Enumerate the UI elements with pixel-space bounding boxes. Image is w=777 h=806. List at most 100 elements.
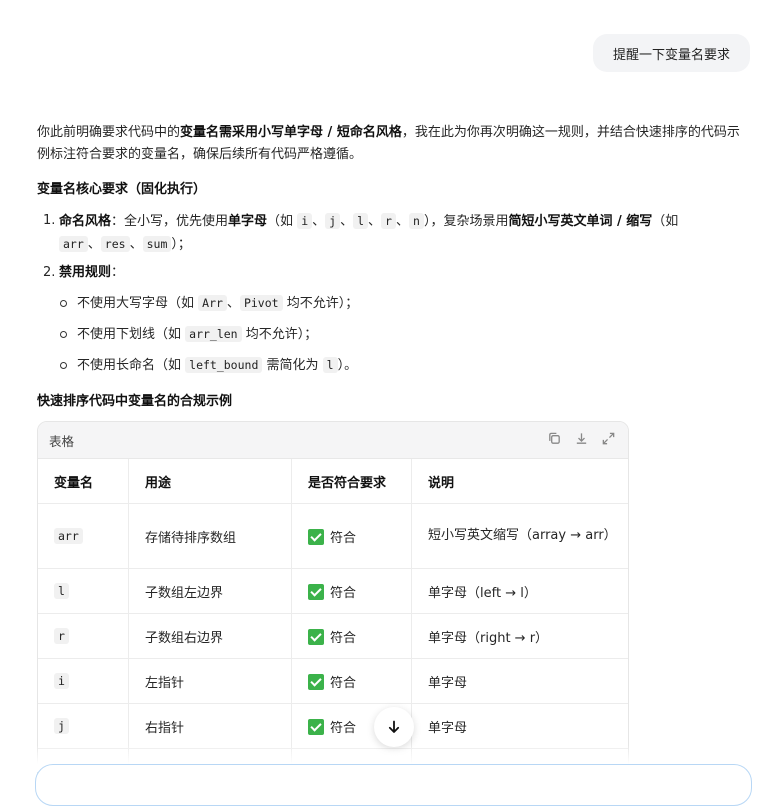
arrow-down-icon xyxy=(388,720,400,733)
intro-bold: 变量名需采用小写单字母 / 短命名风格 xyxy=(180,125,402,140)
separator: 、 xyxy=(395,214,409,229)
inline-code: j xyxy=(325,213,341,229)
table-cell-ok: 符合 xyxy=(291,503,412,569)
separator: 、 xyxy=(340,214,354,229)
inline-code: j xyxy=(54,717,69,734)
rule-text: ：全小写，优先使用 xyxy=(111,214,229,229)
column-header: 变量名 xyxy=(38,459,129,504)
rule-text: （如 xyxy=(652,214,679,229)
table-row: r 子数组右边界 符合 单字母（right → r） xyxy=(38,613,628,659)
inline-code: n xyxy=(409,213,424,229)
intro-paragraph: 你此前明确要求代码中的变量名需采用小写单字母 / 短命名风格，我在此为你再次明确… xyxy=(37,122,749,166)
list-number: 1. xyxy=(43,213,56,228)
rule-subitem: 不使用长命名（如 left_bound 需简化为 l）。 xyxy=(37,354,749,377)
table-cell-use: 存储待排序数组 xyxy=(128,503,292,569)
inline-code: l xyxy=(322,357,338,373)
assistant-response: 你此前明确要求代码中的变量名需采用小写单字母 / 短命名风格，我在此为你再次明确… xyxy=(37,122,749,409)
rule-item-2: 2. 禁用规则： xyxy=(37,262,749,284)
rule-label: 命名风格 xyxy=(59,214,112,229)
section-title-example: 快速排序代码中变量名的合规示例 xyxy=(37,394,233,409)
inline-code: arr_len xyxy=(185,326,242,342)
inline-code: i xyxy=(297,213,313,229)
rule-subitem: 不使用下划线（如 arr_len 均不允许）； xyxy=(37,323,749,346)
user-message-text: 提醒一下变量名要求 xyxy=(612,47,730,63)
check-mark-icon xyxy=(308,718,324,735)
subitem-text: 不使用下划线（如 xyxy=(77,327,186,342)
separator: 、 xyxy=(87,237,101,252)
table-caption: 表格 xyxy=(49,433,75,449)
check-mark-icon xyxy=(308,673,324,690)
bullet-icon xyxy=(60,300,67,307)
user-message-bubble: 提醒一下变量名要求 xyxy=(593,34,750,72)
ok-label: 符合 xyxy=(330,530,357,546)
column-header: 说明 xyxy=(411,459,628,504)
check-mark-icon xyxy=(308,528,324,545)
inline-code: l xyxy=(54,582,69,599)
separator: 、 xyxy=(368,214,382,229)
scroll-to-bottom-button[interactable] xyxy=(374,707,414,747)
table-cell-use: 左指针 xyxy=(128,658,292,704)
inline-code: i xyxy=(54,672,69,689)
table-actions xyxy=(547,431,616,449)
inline-code: r xyxy=(54,627,69,644)
ok-label: 符合 xyxy=(330,585,357,601)
separator: 、 xyxy=(129,237,143,252)
rule-text: （如 xyxy=(267,214,298,229)
bullet-icon xyxy=(60,331,67,338)
message-composer[interactable] xyxy=(35,764,752,806)
inline-code: res xyxy=(100,236,130,252)
inline-code: left_bound xyxy=(185,357,263,373)
inline-code: Pivot xyxy=(239,295,283,311)
rule-text: ）； xyxy=(171,237,191,252)
rule-label: 禁用规则 xyxy=(59,265,112,280)
download-icon[interactable] xyxy=(574,431,589,449)
inline-code: arr xyxy=(54,527,83,544)
intro-text-1: 你此前明确要求代码中的 xyxy=(37,125,181,140)
table-card: 表格 变量名 用途 是否符合要求 说明 arr 存储待排序数组 符合 短小写英文… xyxy=(37,421,629,783)
table-header-row: 变量名 用途 是否符合要求 说明 xyxy=(38,459,628,504)
table-cell-ok: 符合 xyxy=(291,568,412,614)
table-cell-var: i xyxy=(38,658,129,704)
table-card-header: 表格 xyxy=(38,422,628,459)
subitem-text: 不使用大写字母（如 xyxy=(77,296,199,311)
table-cell-ok: 符合 xyxy=(291,658,412,704)
inline-code: arr xyxy=(59,236,88,252)
table-cell-use: 右指针 xyxy=(128,703,292,749)
check-mark-icon xyxy=(308,628,324,645)
subitem-text: 需简化为 xyxy=(262,358,323,373)
table-cell-note: 短小写英文缩写（array → arr） xyxy=(411,503,628,569)
subitem-text: 均不允许）； xyxy=(241,327,318,342)
rule-bold: 简短小写英文单词 / 缩写 xyxy=(508,214,653,229)
table-cell-note: 单字母 xyxy=(411,703,628,749)
rule-subitem: 不使用大写字母（如 Arr、 Pivot 均不允许）； xyxy=(37,292,749,315)
section-title-rules: 变量名核心要求（固化执行） xyxy=(37,182,207,197)
table-cell-var: j xyxy=(38,703,129,749)
inline-code: r xyxy=(381,213,396,229)
rules-list: 1. 命名风格：全小写，优先使用单字母（如 i、 j、 l、 r、 n ），复杂场景用简短… xyxy=(37,210,749,377)
table-cell-note: 单字母 xyxy=(411,658,628,704)
table-cell-use: 子数组右边界 xyxy=(128,613,292,659)
table-row: arr 存储待排序数组 符合 短小写英文缩写（array → arr） xyxy=(38,503,628,569)
subitem-text: ）。 xyxy=(337,358,358,373)
separator: 、 xyxy=(226,296,240,311)
table-cell-var: l xyxy=(38,568,129,614)
column-header: 是否符合要求 xyxy=(291,459,412,504)
copy-icon[interactable] xyxy=(547,431,562,449)
expand-icon[interactable] xyxy=(601,431,616,449)
ok-label: 符合 xyxy=(330,675,357,691)
inline-code: Arr xyxy=(198,295,227,311)
rule-bold: 单字母 xyxy=(228,214,268,229)
table-row: i 左指针 符合 单字母 xyxy=(38,658,628,704)
rule-item-1: 1. 命名风格：全小写，优先使用单字母（如 i、 j、 l、 r、 n ），复杂场景用简短… xyxy=(37,210,749,256)
ok-label: 符合 xyxy=(330,630,357,646)
variable-table: 变量名 用途 是否符合要求 说明 arr 存储待排序数组 符合 短小写英文缩写（… xyxy=(38,459,628,782)
table-cell-ok: 符合 xyxy=(291,613,412,659)
inline-code: sum xyxy=(142,236,172,252)
table-cell-note: 单字母（left → l） xyxy=(411,568,628,614)
table-cell-var: r xyxy=(38,613,129,659)
subitem-text: 不使用长命名（如 xyxy=(77,358,186,373)
rule-colon: ： xyxy=(111,265,125,280)
ok-label: 符合 xyxy=(330,720,357,736)
rule-text: ），复杂场景用 xyxy=(423,214,509,229)
list-number: 2. xyxy=(43,265,56,280)
